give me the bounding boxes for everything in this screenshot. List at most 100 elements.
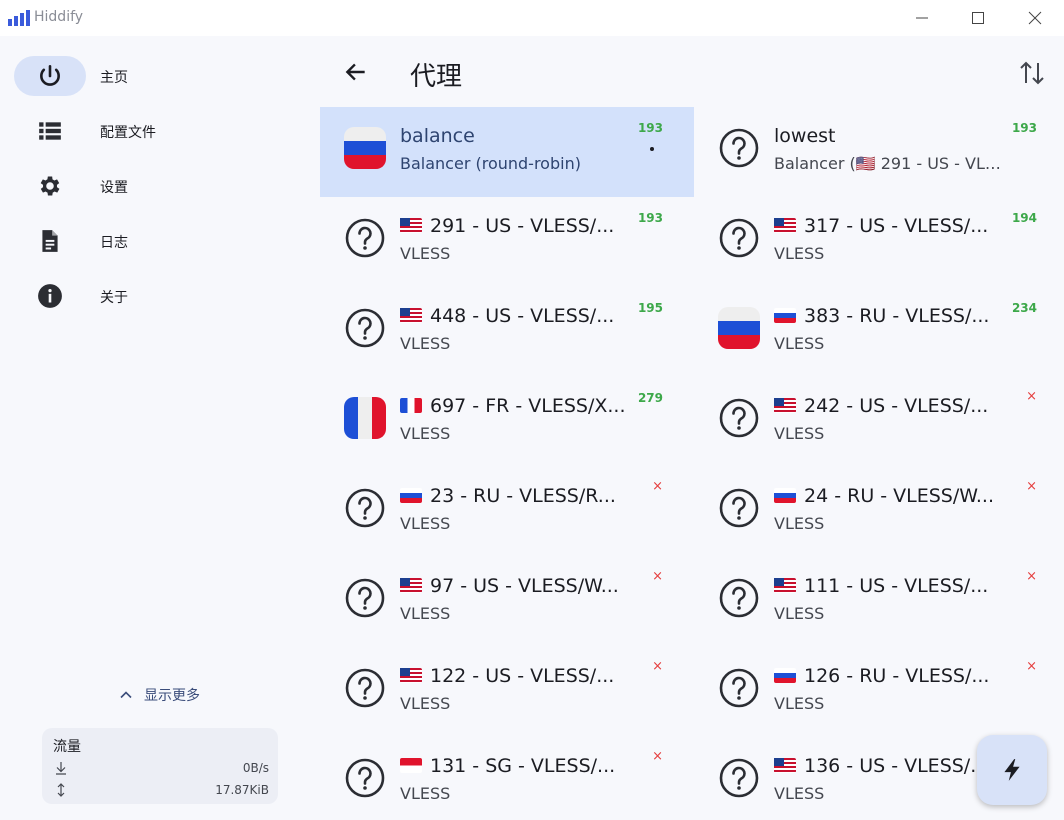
flag-us-icon bbox=[774, 218, 796, 233]
proxy-card[interactable]: 448 - US - VLESS/... VLESS 195 bbox=[320, 287, 694, 377]
proxy-card[interactable]: 131 - SG - VLESS/... VLESS × bbox=[320, 737, 694, 820]
download-rate: 0B/s bbox=[242, 761, 269, 775]
flag-us-icon bbox=[774, 578, 796, 593]
proxy-name: 136 - US - VLESS/... bbox=[774, 755, 1004, 779]
proxy-card[interactable]: 126 - RU - VLESS/... VLESS × bbox=[694, 647, 1064, 737]
power-icon bbox=[40, 64, 60, 86]
sort-icon bbox=[1020, 61, 1044, 85]
flag-us-icon bbox=[774, 398, 796, 413]
traffic-card: 流量 0B/s 17.87KiB bbox=[42, 728, 278, 804]
sidebar-item-label: 主页 bbox=[100, 70, 128, 86]
minimize-icon bbox=[916, 17, 928, 19]
document-icon bbox=[42, 230, 58, 252]
proxy-card[interactable]: 24 - RU - VLESS/W... VLESS × bbox=[694, 467, 1064, 557]
question-icon bbox=[344, 667, 386, 709]
proxy-subtitle: VLESS bbox=[774, 694, 825, 713]
traffic-total: 17.87KiB bbox=[215, 783, 269, 797]
close-icon bbox=[1028, 11, 1042, 25]
flag-us-icon bbox=[774, 758, 796, 773]
delay-fail-badge: × bbox=[652, 479, 663, 494]
proxy-name-text: 242 - US - VLESS/... bbox=[804, 395, 989, 417]
lightning-icon bbox=[1004, 759, 1020, 781]
proxy-name-text: balance bbox=[400, 125, 475, 147]
proxy-name-text: 697 - FR - VLESS/X... bbox=[430, 395, 626, 417]
sidebar-item-home[interactable]: 主页 bbox=[14, 56, 294, 96]
question-icon bbox=[718, 487, 760, 529]
proxy-card[interactable]: 383 - RU - VLESS/... VLESS 234 bbox=[694, 287, 1064, 377]
proxy-card[interactable]: 97 - US - VLESS/W... VLESS × bbox=[320, 557, 694, 647]
proxy-name-text: 291 - US - VLESS/... bbox=[430, 215, 615, 237]
proxy-name-text: 24 - RU - VLESS/W... bbox=[804, 485, 994, 507]
traffic-title: 流量 bbox=[53, 739, 81, 755]
proxy-card[interactable]: 242 - US - VLESS/... VLESS × bbox=[694, 377, 1064, 467]
proxy-card[interactable]: 23 - RU - VLESS/R... VLESS × bbox=[320, 467, 694, 557]
delay-fail-badge: × bbox=[652, 659, 663, 674]
nav-icon-container bbox=[14, 221, 86, 261]
sidebar-item-logs[interactable]: 日志 bbox=[14, 221, 294, 261]
question-icon bbox=[344, 307, 386, 349]
show-more-label: 显示更多 bbox=[144, 688, 200, 704]
proxy-card[interactable]: balance Balancer (round-robin) 193 bbox=[320, 107, 694, 197]
proxy-subtitle: VLESS bbox=[400, 514, 451, 533]
proxy-subtitle: VLESS bbox=[400, 334, 451, 353]
proxy-name: 24 - RU - VLESS/W... bbox=[774, 485, 1004, 509]
flag-fr-icon bbox=[344, 397, 386, 439]
sort-button[interactable] bbox=[1014, 56, 1050, 90]
question-icon bbox=[718, 757, 760, 799]
flag-ru-icon bbox=[774, 668, 796, 683]
maximize-button[interactable] bbox=[949, 0, 1007, 36]
proxy-name: 448 - US - VLESS/... bbox=[400, 305, 630, 329]
sidebar-item-profiles[interactable]: 配置文件 bbox=[14, 111, 294, 151]
flag-us-icon bbox=[400, 668, 422, 683]
quick-connect-button[interactable] bbox=[977, 735, 1047, 805]
app-title: Hiddify bbox=[34, 9, 84, 25]
proxy-card[interactable]: 317 - US - VLESS/... VLESS 194 bbox=[694, 197, 1064, 287]
traffic-total-row: 17.87KiB bbox=[55, 782, 269, 800]
delay-fail-badge: × bbox=[1026, 389, 1037, 404]
up-down-arrow-icon bbox=[57, 783, 65, 797]
proxy-name: 111 - US - VLESS/... bbox=[774, 575, 1004, 599]
nav-icon-container bbox=[14, 111, 86, 151]
selected-indicator-dot bbox=[650, 147, 654, 151]
proxy-name: 23 - RU - VLESS/R... bbox=[400, 485, 630, 509]
sidebar-item-label: 日志 bbox=[100, 235, 128, 251]
flag-us-icon bbox=[400, 578, 422, 593]
proxy-name: 291 - US - VLESS/... bbox=[400, 215, 630, 239]
proxy-card[interactable]: lowest Balancer (🇺🇸 291 - US - VLESS/... 1… bbox=[694, 107, 1064, 197]
show-more-button[interactable]: 显示更多 bbox=[118, 684, 200, 706]
proxy-name-text: lowest bbox=[774, 125, 836, 147]
maximize-icon bbox=[972, 12, 984, 24]
title-bar: Hiddify bbox=[0, 0, 1064, 36]
delay-fail-badge: × bbox=[1026, 659, 1037, 674]
info-icon bbox=[38, 284, 62, 308]
page-title: 代理 bbox=[410, 62, 463, 92]
minimize-button[interactable] bbox=[893, 0, 951, 36]
sidebar-item-about[interactable]: 关于 bbox=[14, 276, 294, 316]
proxy-card[interactable]: 122 - US - VLESS/... VLESS × bbox=[320, 647, 694, 737]
question-icon bbox=[718, 397, 760, 439]
nav-icon-container bbox=[14, 166, 86, 206]
question-icon bbox=[718, 217, 760, 259]
back-button[interactable] bbox=[340, 56, 372, 88]
proxy-subtitle: Balancer (round-robin) bbox=[400, 154, 581, 173]
list-icon bbox=[39, 122, 61, 140]
flag-ru-icon bbox=[774, 308, 796, 323]
proxy-card[interactable]: 111 - US - VLESS/... VLESS × bbox=[694, 557, 1064, 647]
traffic-download-row: 0B/s bbox=[55, 760, 269, 778]
sidebar-item-settings[interactable]: 设置 bbox=[14, 166, 294, 206]
delay-badge: 193 bbox=[637, 211, 663, 225]
flag-sg-icon bbox=[400, 758, 422, 773]
delay-fail-badge: × bbox=[1026, 569, 1037, 584]
proxy-name-text: 122 - US - VLESS/... bbox=[430, 665, 615, 687]
proxy-subtitle: VLESS bbox=[774, 244, 825, 263]
flag-ru-icon bbox=[774, 488, 796, 503]
chevron-up-icon bbox=[120, 691, 132, 699]
close-button[interactable] bbox=[1006, 0, 1064, 36]
proxy-card[interactable]: 697 - FR - VLESS/X... VLESS 279 bbox=[320, 377, 694, 467]
hiddify-logo-icon bbox=[8, 10, 30, 26]
question-icon bbox=[718, 667, 760, 709]
flag-us-icon bbox=[400, 218, 422, 233]
proxy-subtitle: VLESS bbox=[774, 514, 825, 533]
proxy-card[interactable]: 291 - US - VLESS/... VLESS 193 bbox=[320, 197, 694, 287]
proxy-name-text: 23 - RU - VLESS/R... bbox=[430, 485, 616, 507]
